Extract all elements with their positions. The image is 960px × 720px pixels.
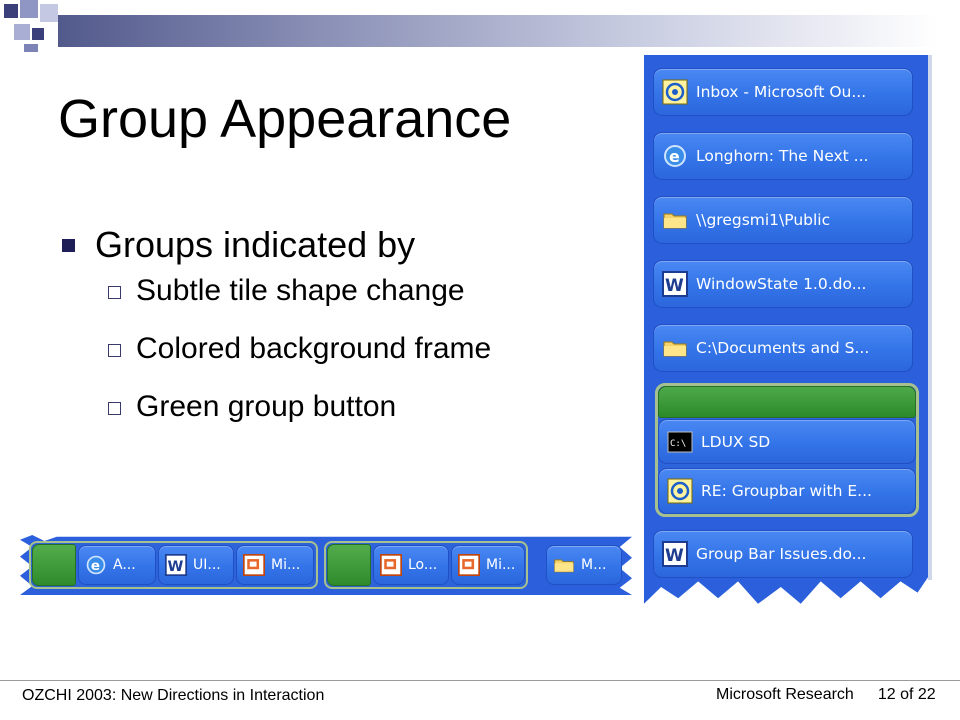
footer-organization: Microsoft Research: [716, 686, 854, 703]
internet-explorer-icon: e: [662, 143, 688, 169]
tile-label: Lo...: [408, 557, 438, 573]
slide-title: Group Appearance: [58, 89, 512, 149]
tile-label: \\gregsmi1\Public: [696, 211, 831, 229]
taskbar-tile[interactable]: RE: Groupbar with E...: [658, 468, 916, 514]
bullet-square-icon: [62, 239, 75, 252]
tile-label: Mi...: [271, 557, 301, 573]
taskbar-tile[interactable]: M...: [546, 545, 622, 585]
tile-label: LDUX SD: [701, 432, 771, 451]
taskbar-tile[interactable]: e Longhorn: The Next ...: [653, 132, 913, 180]
sub-bullet-text: Subtle tile shape change: [136, 274, 465, 307]
hollow-square-bullet-icon: [108, 286, 121, 299]
tile-label: Group Bar Issues.do...: [696, 545, 867, 563]
corner-square-decoration: [24, 44, 38, 52]
svg-text:W: W: [665, 276, 684, 296]
footer-divider: [0, 680, 960, 681]
taskbar-tile[interactable]: Mi...: [236, 545, 314, 585]
bullet-text: Groups indicated by: [95, 224, 416, 265]
footer-right: Microsoft Research 12 of 22: [716, 686, 936, 704]
tile-label: UI...: [193, 557, 221, 573]
taskbar-tile[interactable]: C:\ LDUX SD: [658, 419, 916, 464]
svg-text:e: e: [91, 558, 100, 574]
command-prompt-icon: C:\: [667, 431, 693, 453]
footer-conference: OZCHI 2003: New Directions in Interactio…: [22, 687, 325, 704]
taskbar-tile[interactable]: e A...: [78, 545, 156, 585]
corner-square-decoration: [32, 28, 44, 40]
tile-label: Mi...: [486, 557, 516, 573]
taskbar-tile[interactable]: W UI...: [158, 545, 234, 585]
tile-label: WindowState 1.0.do...: [696, 275, 867, 293]
internet-explorer-icon: e: [85, 554, 107, 576]
powerpoint-icon: [458, 554, 480, 576]
hollow-square-bullet-icon: [108, 402, 121, 415]
word-icon: W: [165, 554, 187, 576]
taskbar-tile[interactable]: W WindowState 1.0.do...: [653, 260, 913, 308]
green-group-button[interactable]: [658, 386, 916, 418]
taskbar-tile[interactable]: W Group Bar Issues.do...: [653, 530, 913, 578]
folder-icon: [662, 335, 688, 361]
tile-label: Inbox - Microsoft Ou...: [696, 83, 867, 101]
svg-text:W: W: [665, 546, 684, 566]
sub-bullet-text: Green group button: [136, 390, 397, 423]
outlook-icon: [662, 79, 688, 105]
taskbar-tile[interactable]: Mi...: [451, 545, 525, 585]
word-icon: W: [662, 271, 688, 297]
page-number: 12 of 22: [877, 686, 936, 703]
powerpoint-icon: [380, 554, 402, 576]
green-group-button[interactable]: [327, 544, 371, 586]
tile-label: M...: [581, 557, 607, 573]
groupbar-edge: [928, 55, 932, 580]
svg-text:W: W: [168, 559, 184, 575]
title-band: [58, 15, 938, 47]
tile-label: Longhorn: The Next ...: [696, 147, 869, 165]
taskbar-tile[interactable]: C:\Documents and S...: [653, 324, 913, 372]
svg-text:e: e: [669, 147, 680, 166]
taskbar-tile[interactable]: \\gregsmi1\Public: [653, 196, 913, 244]
sub-bullet-text: Colored background frame: [136, 332, 492, 365]
corner-square-decoration: [40, 4, 58, 22]
tile-label: A...: [113, 557, 136, 573]
taskbar-tile[interactable]: Inbox - Microsoft Ou...: [653, 68, 913, 116]
green-group-button[interactable]: [32, 544, 76, 586]
corner-square-decoration: [14, 24, 30, 40]
corner-square-decoration: [20, 0, 38, 18]
corner-square-decoration: [4, 4, 18, 18]
svg-text:C:\: C:\: [670, 439, 686, 449]
folder-icon: [553, 554, 575, 576]
tile-label: C:\Documents and S...: [696, 339, 870, 357]
hollow-square-bullet-icon: [108, 344, 121, 357]
tile-label: RE: Groupbar with E...: [701, 482, 872, 500]
folder-icon: [662, 207, 688, 233]
word-icon: W: [662, 541, 688, 567]
taskbar-tile[interactable]: Lo...: [373, 545, 449, 585]
powerpoint-icon: [243, 554, 265, 576]
outlook-icon: [667, 478, 693, 504]
